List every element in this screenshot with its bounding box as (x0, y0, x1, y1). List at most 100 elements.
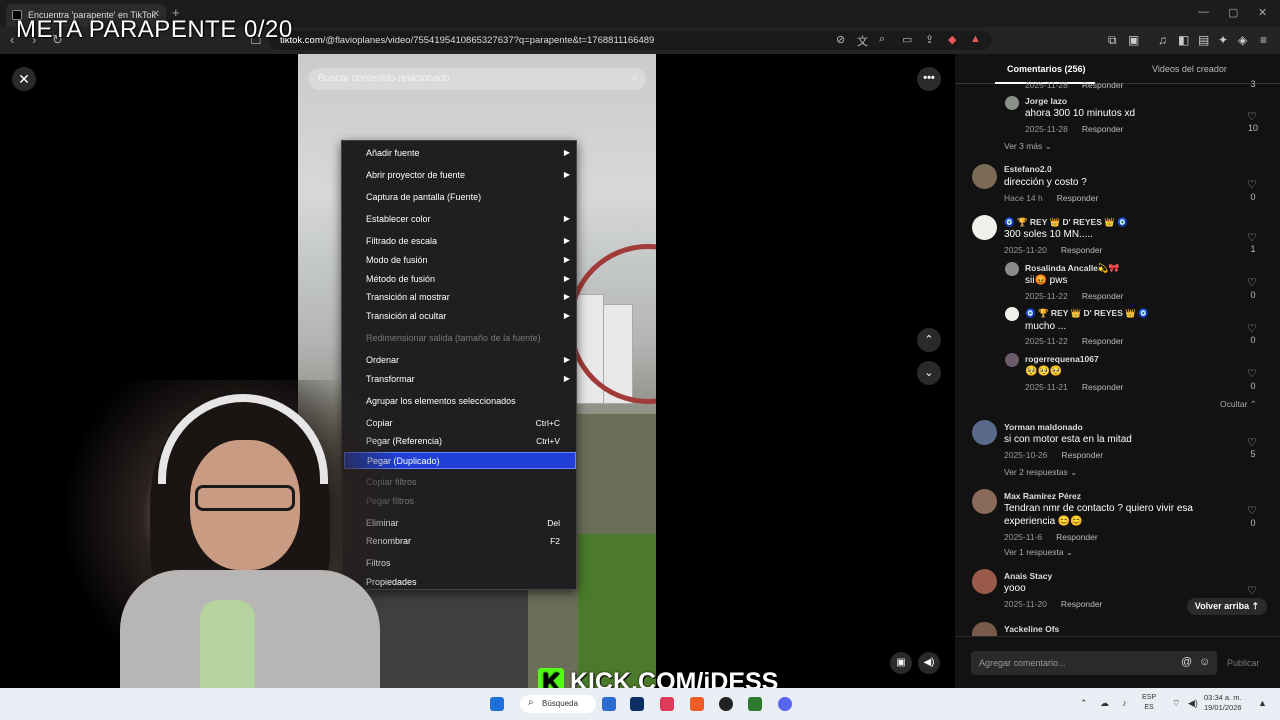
brave-rewards-icon[interactable]: ▲ (970, 33, 981, 45)
reply-link[interactable]: Responder (1082, 124, 1124, 134)
more-options-button[interactable]: ••• (917, 67, 941, 91)
avatar[interactable] (1005, 307, 1019, 321)
avatar[interactable] (972, 420, 997, 445)
comment-user[interactable]: 🧿 🏆 REY 👑 D' REYES 👑 🧿 (1004, 217, 1128, 228)
mic-icon[interactable]: ♪ (1122, 698, 1127, 708)
context-menu-item[interactable]: Abrir proyector de fuente ▶ (344, 167, 576, 184)
heart-icon[interactable]: ♡ (1247, 584, 1257, 597)
taskbar-search[interactable]: ⌕ Búsqueda (520, 695, 596, 713)
context-menu-item[interactable]: Transición al mostrar ▶ (344, 289, 576, 306)
comment-user[interactable]: 🧿 🏆 REY 👑 D' REYES 👑 🧿 (1025, 308, 1149, 319)
notification-icon[interactable]: ▲ (1258, 698, 1267, 708)
menu-icon[interactable]: ≡ (1260, 33, 1267, 47)
leo-ai-icon[interactable]: ✦ (1218, 33, 1228, 47)
music-icon[interactable]: ♫ (1158, 33, 1167, 47)
context-menu-item[interactable]: Modo de fusión ▶ (344, 252, 576, 269)
windows-start-icon[interactable] (490, 697, 504, 711)
close-video-button[interactable]: ✕ (12, 67, 36, 91)
avatar[interactable] (1005, 353, 1019, 367)
app-icon[interactable] (602, 697, 616, 711)
window-close-icon[interactable]: ✕ (1258, 6, 1267, 19)
context-menu-item[interactable]: Ordenar ▶ (344, 352, 576, 369)
hide-replies[interactable]: Ocultar ⌃ (1220, 399, 1257, 410)
avatar[interactable] (972, 215, 997, 240)
reply-link[interactable]: Responder (1057, 193, 1099, 203)
comment-user[interactable]: rogerrequena1067 (1025, 354, 1099, 364)
reply-link[interactable]: Responder (1061, 599, 1103, 609)
reply-link[interactable]: Responder (1061, 450, 1103, 460)
back-icon[interactable]: ‹ (10, 32, 14, 47)
app-icon[interactable] (748, 697, 762, 711)
cloud-icon[interactable]: ☁ (1100, 698, 1109, 709)
music-app-icon[interactable] (660, 697, 674, 711)
comment-user[interactable]: Max Ramírez Pérez (1004, 491, 1081, 501)
avatar[interactable] (972, 569, 997, 594)
back-to-top-button[interactable]: Volver arriba ⇡ (1187, 598, 1267, 615)
comment-user[interactable]: Jorge lazo (1025, 96, 1067, 106)
search-icon[interactable]: ⌕ (632, 72, 638, 85)
heart-icon[interactable]: ♡ (1247, 436, 1257, 449)
tray-chevron-icon[interactable]: ⌃ (1080, 698, 1088, 709)
obs-icon[interactable] (719, 697, 733, 711)
reply-link[interactable]: Responder (1061, 245, 1103, 255)
context-menu-item[interactable]: Filtrado de escala ▶ (344, 233, 576, 250)
mention-icon[interactable]: @ (1181, 656, 1192, 668)
volume-icon[interactable]: ◀) (918, 652, 940, 674)
comment-user[interactable]: Estefano2.0 (1004, 164, 1052, 174)
tab-creator-videos[interactable]: Videos del creador (1152, 64, 1227, 74)
wallet-icon[interactable]: ▣ (1128, 33, 1139, 47)
reply-link[interactable]: Responder (1082, 80, 1124, 90)
heart-icon[interactable]: ♡ (1247, 276, 1257, 289)
share-icon[interactable]: ⇪ (925, 33, 934, 46)
no-tracking-icon[interactable]: ⊘ (836, 33, 845, 46)
pip-icon[interactable]: ▭ (902, 33, 912, 46)
avatar[interactable] (972, 489, 997, 514)
tab-comments[interactable]: Comentarios (256) (1007, 64, 1086, 74)
language-indicator[interactable]: ESP ES (1142, 693, 1156, 713)
related-search-input[interactable]: Buscar contenido relacionado ⌕ (308, 68, 646, 90)
discord-icon[interactable] (778, 697, 792, 711)
heart-icon[interactable]: ♡ (1247, 110, 1257, 123)
avatar[interactable] (1005, 96, 1019, 110)
emoji-icon[interactable]: ☺ (1199, 656, 1210, 668)
comment-user[interactable]: Yackeline Ofs (1004, 624, 1059, 634)
heart-icon[interactable]: ♡ (1247, 178, 1257, 191)
comment-user[interactable]: Yorman maldonado (1004, 422, 1083, 432)
extensions-icon[interactable]: ⧉ (1108, 33, 1117, 48)
previous-video-button[interactable]: ⌃ (917, 328, 941, 352)
avatar[interactable] (972, 164, 997, 189)
comment-user[interactable]: Anais Stacy (1004, 571, 1052, 581)
reply-link[interactable]: Responder (1082, 291, 1124, 301)
context-menu-item[interactable]: Transición al ocultar ▶ (344, 308, 576, 325)
heart-icon[interactable]: ♡ (1247, 231, 1257, 244)
minimize-icon[interactable]: — (1198, 6, 1209, 18)
wallet2-icon[interactable]: ▤ (1198, 33, 1209, 47)
reply-link[interactable]: Responder (1082, 336, 1124, 346)
comment-user[interactable]: Rosalinda Ancalle💫🎀 (1025, 263, 1119, 274)
brave-shield-icon[interactable]: ◆ (948, 33, 956, 46)
publish-button[interactable]: Publicar (1227, 658, 1260, 668)
heart-icon[interactable]: ♡ (1247, 504, 1257, 517)
vpn-icon[interactable]: ◈ (1238, 33, 1247, 47)
wifi-icon[interactable]: ⌔ (1172, 698, 1180, 709)
avatar[interactable] (1005, 262, 1019, 276)
see-more-replies[interactable]: Ver 3 más ⌄ (1004, 141, 1052, 152)
sidebar-icon[interactable]: ◧ (1178, 33, 1189, 47)
photoshop-icon[interactable] (630, 697, 644, 711)
reply-link[interactable]: Responder (1056, 532, 1098, 542)
heart-icon[interactable]: ♡ (1247, 367, 1257, 380)
see-replies[interactable]: Ver 2 respuestas ⌄ (1004, 467, 1077, 478)
miniplayer-icon[interactable]: ▣ (890, 652, 912, 674)
context-menu-item[interactable]: Captura de pantalla (Fuente) (344, 189, 576, 206)
clock[interactable]: 03:34 a. m. 19/01/2026 (1204, 693, 1242, 713)
context-menu-item[interactable]: Método de fusión ▶ (344, 271, 576, 288)
context-menu-item[interactable]: Establecer color ▶ (344, 211, 576, 228)
maximize-icon[interactable]: ▢ (1228, 6, 1238, 19)
brave-icon[interactable] (690, 697, 704, 711)
translate-icon[interactable]: 文 (857, 33, 868, 49)
zoom-icon[interactable]: ⌕ (879, 33, 885, 46)
heart-icon[interactable]: ♡ (1247, 322, 1257, 335)
volume-icon[interactable]: ◀) (1188, 698, 1198, 709)
see-replies[interactable]: Ver 1 respuesta ⌄ (1004, 547, 1073, 558)
add-comment-input[interactable]: Agregar comentario... @ ☺ (971, 651, 1217, 675)
